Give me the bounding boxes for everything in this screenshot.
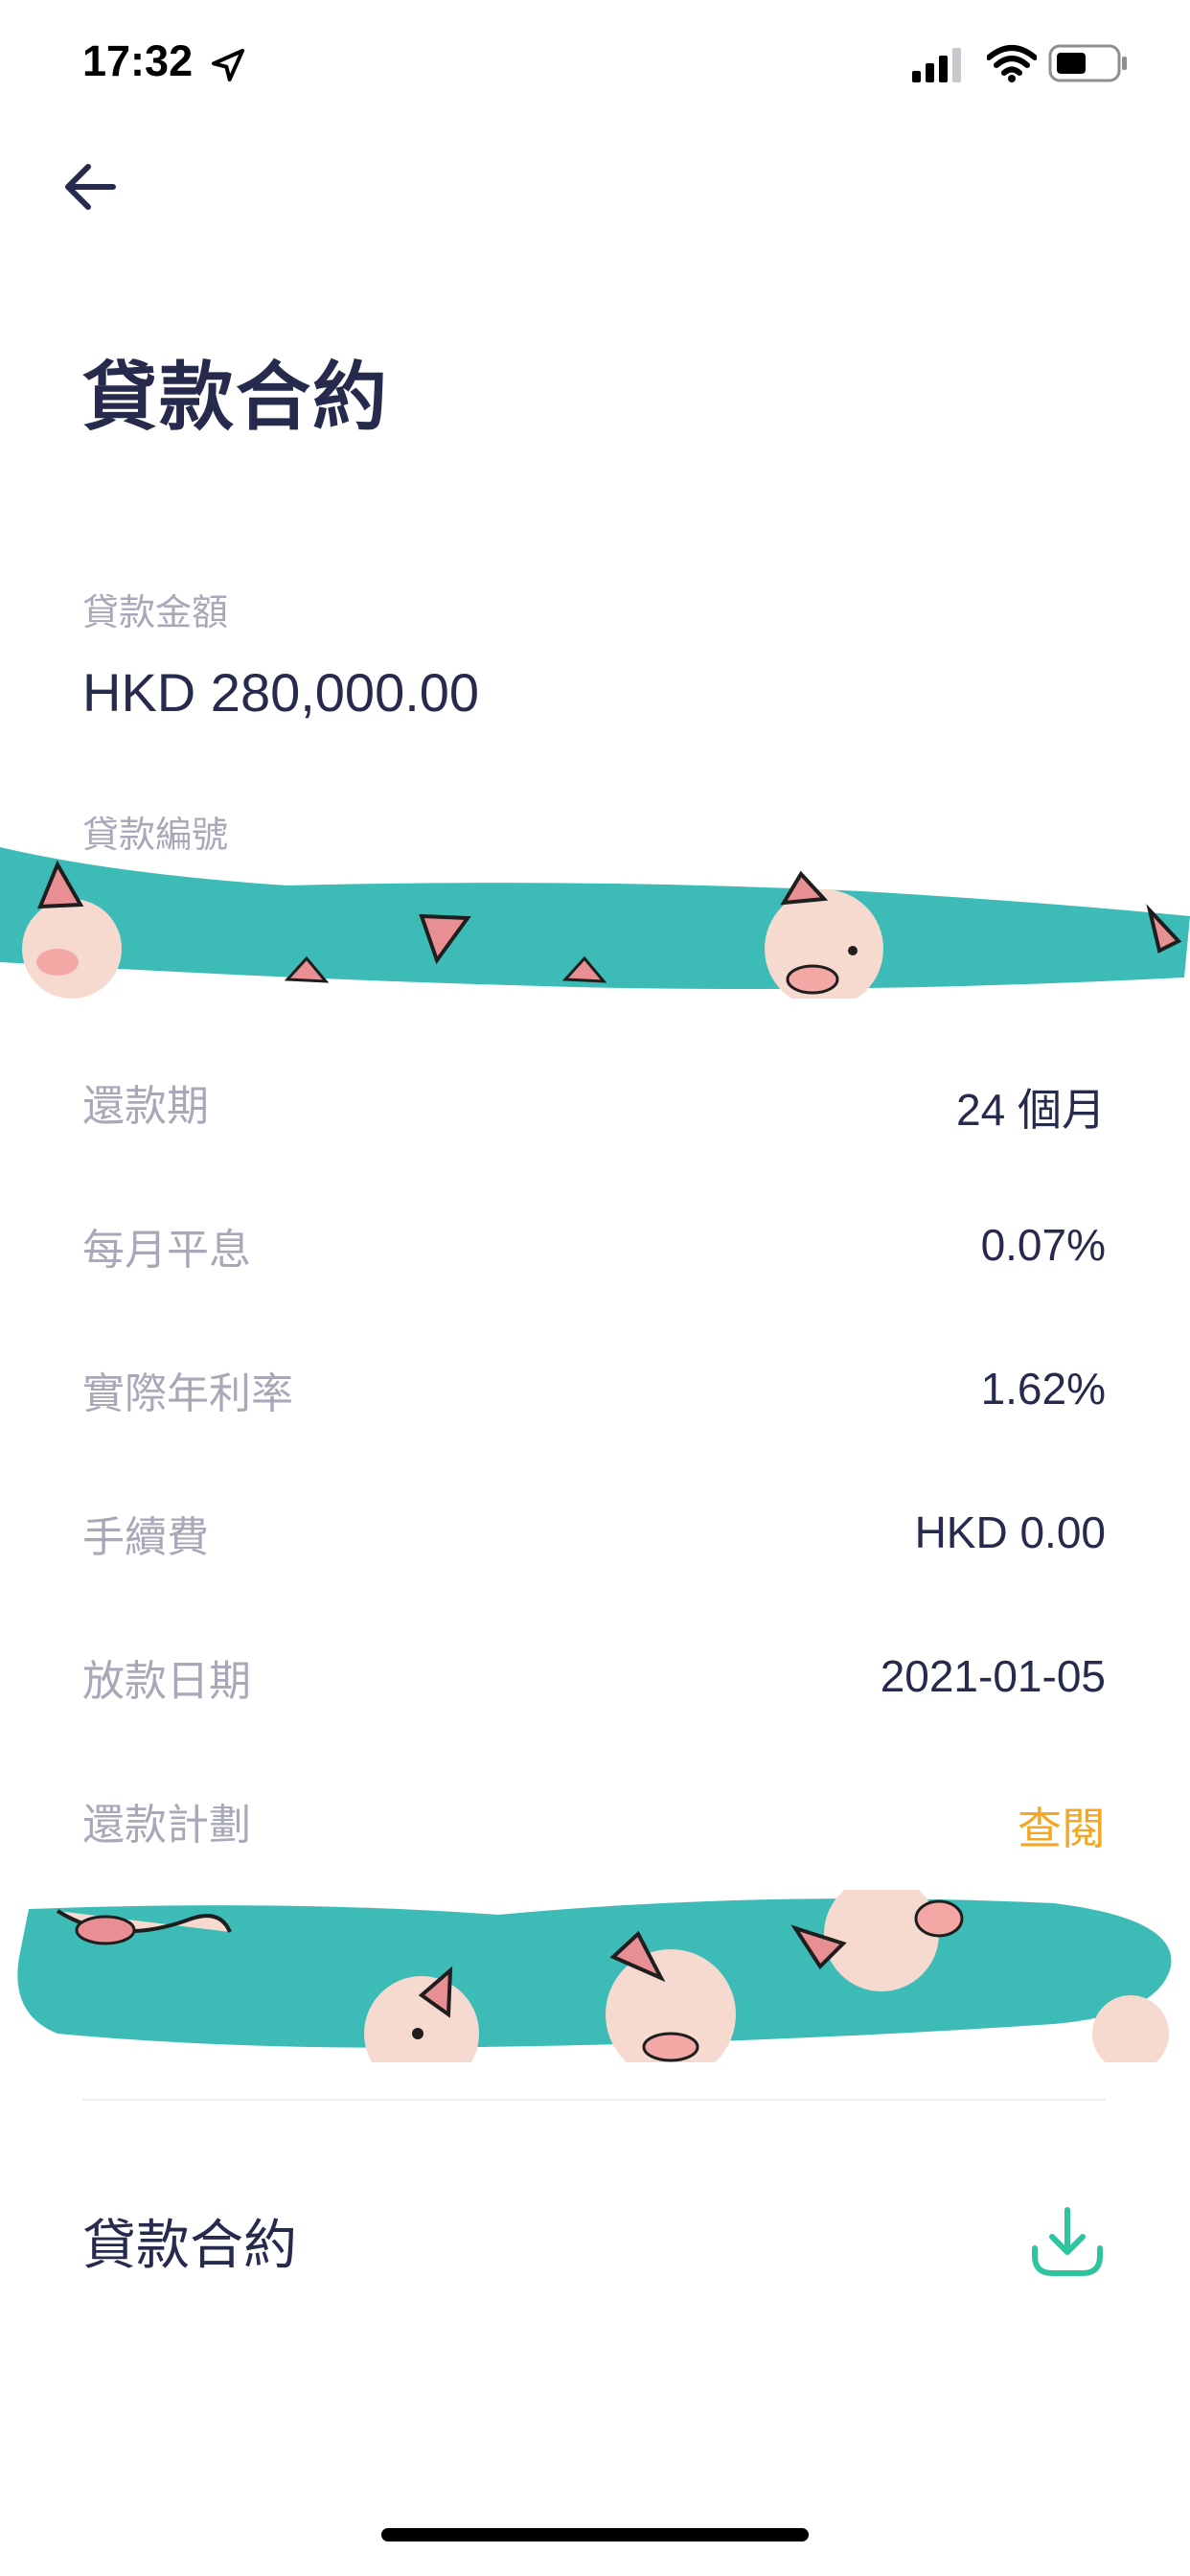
cellular-signal-icon — [912, 48, 961, 82]
detail-label: 還款期 — [82, 1082, 209, 1131]
loan-amount-value: HKD 280,000.00 — [82, 662, 480, 723]
arrow-left-icon — [65, 164, 116, 210]
loan-amount-label: 貸款金額 — [82, 591, 229, 633]
redaction-sticker — [0, 1890, 1190, 2062]
redaction-sticker — [0, 836, 1190, 999]
detail-row-apr: 實際年利率 1.62% — [82, 1359, 1106, 1436]
detail-row-drawdown-date: 放款日期 2021-01-05 — [82, 1646, 1106, 1723]
download-icon[interactable] — [1029, 2204, 1106, 2281]
detail-label: 每月平息 — [82, 1226, 251, 1275]
page-title: 貸款合約 — [82, 355, 390, 441]
detail-row-repayment-period: 還款期 24 個月 — [82, 1071, 1106, 1148]
status-time: 17:32 — [82, 36, 194, 85]
detail-value: 1.62% — [980, 1364, 1106, 1414]
detail-row-repayment-plan: 還款計劃 查閱 — [82, 1790, 1106, 1867]
home-indicator[interactable] — [381, 2528, 809, 2542]
detail-label: 手續費 — [82, 1513, 209, 1562]
status-bar: 17:32 — [0, 0, 1190, 134]
detail-row-handling-fee: 手續費 HKD 0.00 — [82, 1503, 1106, 1579]
detail-value: 24 個月 — [956, 1085, 1106, 1135]
detail-value: 2021-01-05 — [880, 1651, 1106, 1701]
view-repayment-plan-link[interactable]: 查閱 — [1018, 1794, 1106, 1857]
loan-contract-label: 貸款合約 — [82, 2215, 297, 2277]
detail-label: 實際年利率 — [82, 1369, 293, 1418]
detail-value: HKD 0.00 — [914, 1507, 1106, 1557]
detail-value: 0.07% — [980, 1220, 1106, 1270]
detail-row-monthly-flat-rate: 每月平息 0.07% — [82, 1215, 1106, 1292]
loan-contract-download-row[interactable]: 貸款合約 — [82, 2195, 1106, 2290]
back-button[interactable] — [57, 153, 125, 220]
detail-label: 還款計劃 — [82, 1801, 251, 1850]
wifi-icon — [987, 45, 1037, 82]
battery-icon — [1048, 44, 1127, 82]
divider — [82, 2099, 1106, 2101]
detail-label: 放款日期 — [82, 1657, 251, 1706]
location-arrow-icon — [212, 49, 244, 81]
